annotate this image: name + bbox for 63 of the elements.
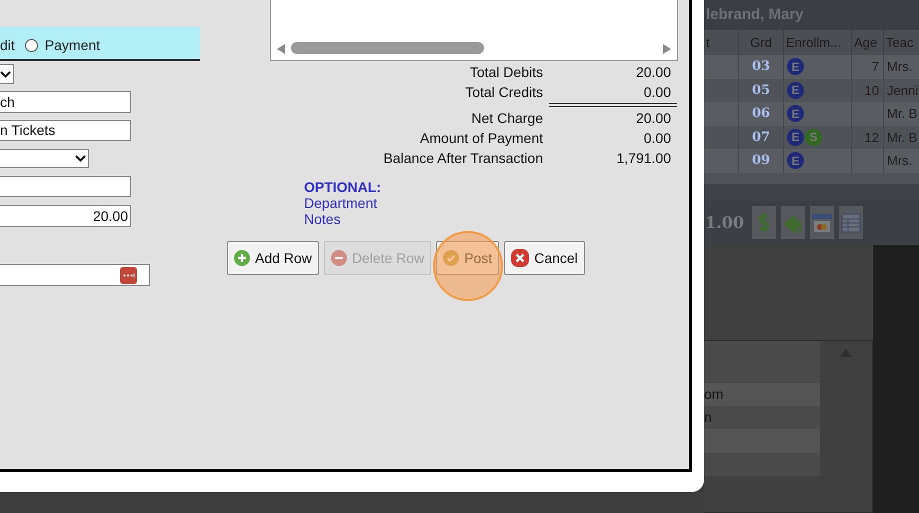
- total-label: Net Charge: [470, 108, 543, 128]
- action-button[interactable]: Post: [436, 241, 500, 275]
- teacher-cell-text: Mrs.: [887, 152, 912, 170]
- enrollment-badge: E: [787, 58, 804, 76]
- radio-button[interactable]: [24, 38, 38, 52]
- close-icon: [511, 249, 530, 267]
- total-value: 20.00: [634, 62, 671, 82]
- table-icon: [840, 212, 861, 232]
- toolbar-button[interactable]: [780, 206, 805, 239]
- enrollment-badge: S: [805, 128, 822, 146]
- action-button[interactable]: Cancel: [504, 241, 585, 275]
- teacher-cell-text: Mr. B: [887, 105, 918, 123]
- total-label: Total Debits: [468, 62, 543, 82]
- total-label: Total Credits: [464, 82, 543, 102]
- toolbar-button[interactable]: [752, 206, 776, 239]
- student-row[interactable]: 09 E Mrs.: [704, 149, 919, 172]
- optional-link[interactable]: Notes: [304, 211, 341, 227]
- total-label: Amount of Payment: [419, 128, 543, 148]
- scrollbar-thumb[interactable]: [291, 42, 484, 54]
- student-row[interactable]: 06 E Mr. B: [704, 102, 919, 126]
- minus-icon: [330, 250, 347, 266]
- optional-heading: OPTIONAL:: [304, 179, 381, 195]
- dollar-icon: [756, 212, 771, 234]
- teacher-cell-text: Mr. B: [887, 128, 918, 146]
- action-button[interactable]: Add Row: [227, 241, 319, 275]
- age-cell-text: 12: [864, 128, 879, 146]
- age-cell-text: 7: [872, 58, 879, 76]
- toolbar-button[interactable]: [838, 206, 863, 239]
- more-icon[interactable]: [120, 266, 137, 284]
- card-icon: [810, 212, 833, 234]
- total-label: Balance After Transaction: [382, 148, 543, 168]
- student-row[interactable]: 07 E S 12 Mr. B: [704, 126, 919, 149]
- student-row[interactable]: 05 E 10 Jenni: [704, 78, 919, 102]
- total-value: 20.00: [634, 108, 671, 128]
- total-value: 1,791.00: [616, 148, 671, 168]
- lookup-field[interactable]: [0, 264, 150, 286]
- teacher-cell-text: Jenni: [887, 82, 918, 100]
- teacher-cell-text: Mrs.: [887, 58, 912, 76]
- text-field[interactable]: [0, 176, 131, 197]
- enrollment-badge: E: [787, 152, 804, 170]
- scroll-right-icon[interactable]: [663, 44, 671, 54]
- enrollment-badge: E: [787, 82, 804, 99]
- optional-link[interactable]: Department: [304, 195, 378, 211]
- total-value: 0.00: [642, 128, 671, 148]
- balance-amount: 1.00: [705, 212, 744, 234]
- age-cell-text: 10: [864, 82, 879, 100]
- radio-option[interactable]: Payment: [24, 34, 100, 56]
- text-field[interactable]: ch: [0, 91, 131, 113]
- dropdown[interactable]: [0, 64, 14, 84]
- chevron-icon: [0, 70, 11, 78]
- toolbar-button[interactable]: [810, 206, 834, 239]
- total-value: 0.00: [642, 82, 671, 102]
- enrollment-badge: E: [787, 128, 804, 146]
- list-cell-text: om: [704, 384, 724, 404]
- text-field[interactable]: 20.00: [0, 205, 131, 227]
- chevron-icon: [75, 155, 86, 162]
- student-row[interactable]: 03 E 7 Mrs.: [704, 55, 919, 78]
- text-field[interactable]: n Tickets: [0, 120, 131, 141]
- radio-label: dit: [0, 36, 15, 54]
- check-icon: [443, 250, 460, 266]
- plus-icon: [234, 250, 250, 266]
- scroll-left-icon[interactable]: [277, 44, 285, 54]
- enrollment-badge: E: [787, 105, 804, 122]
